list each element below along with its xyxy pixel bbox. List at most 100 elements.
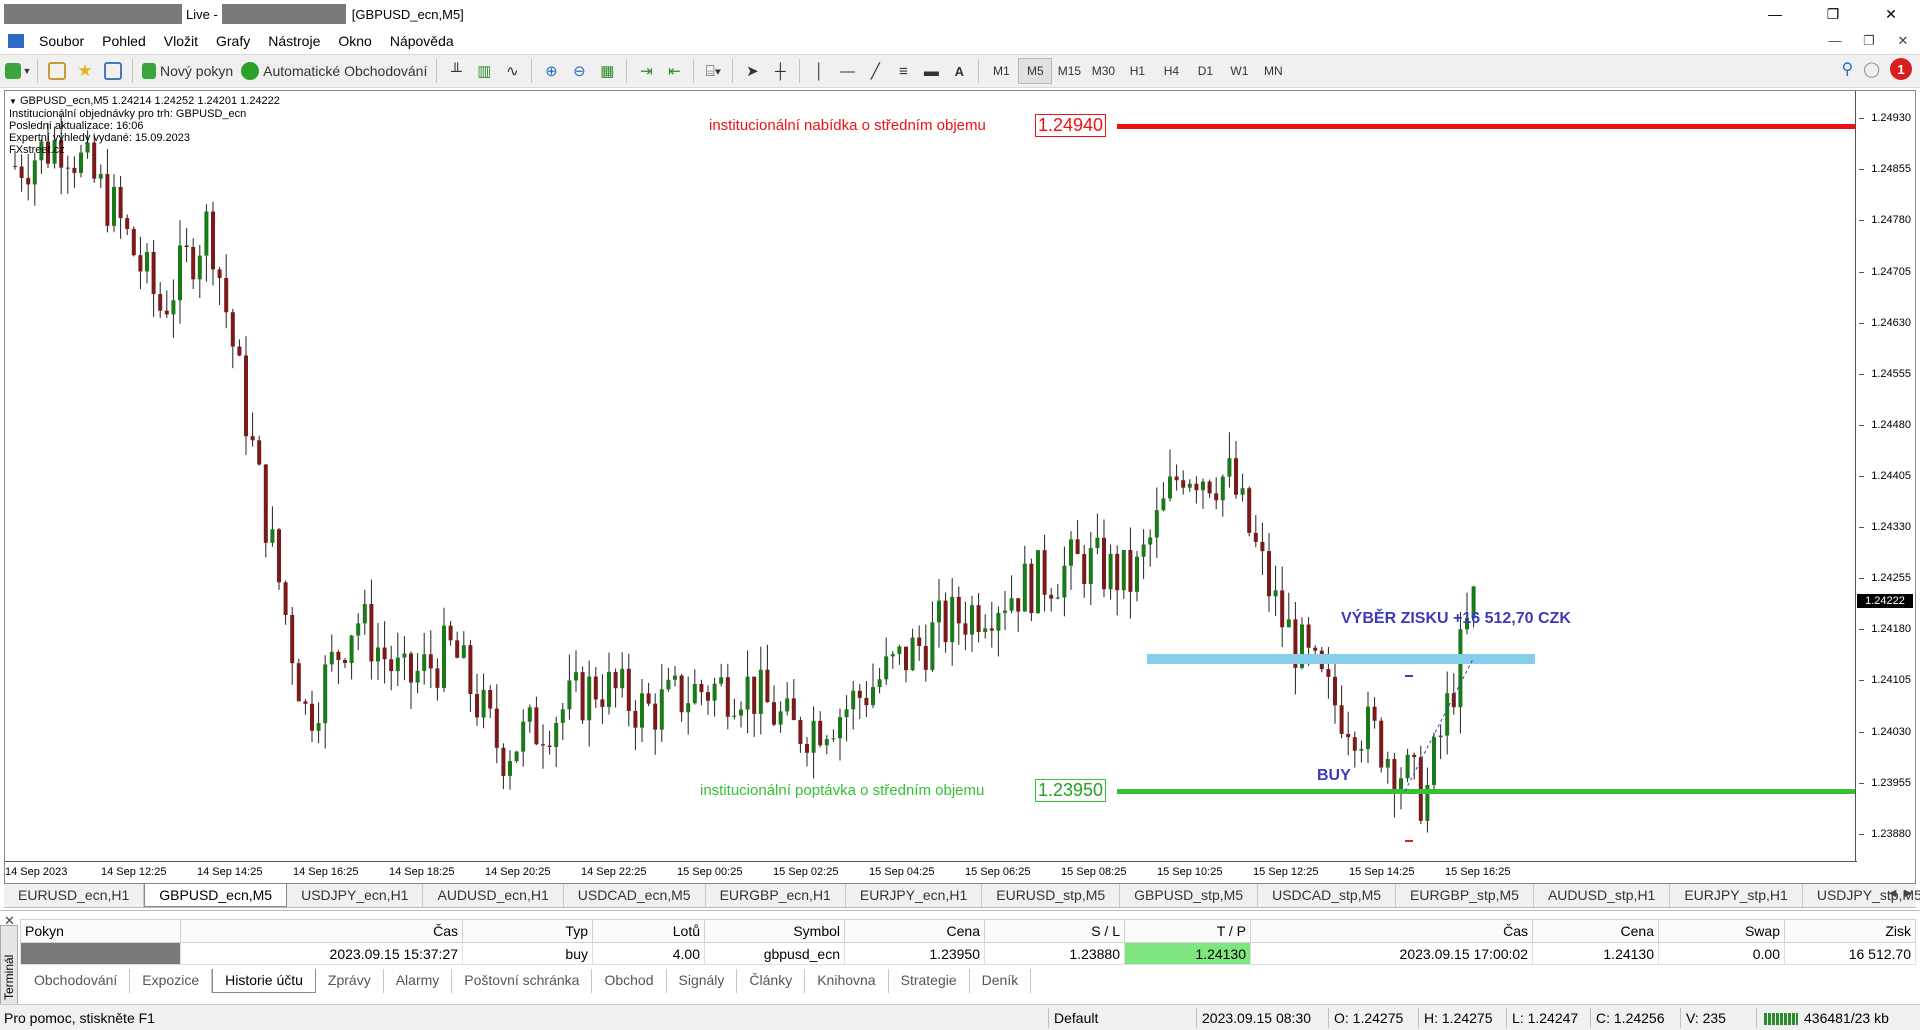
tab-articles[interactable]: Články	[737, 969, 806, 993]
tab-signals[interactable]: Signály	[667, 969, 738, 993]
search-icon[interactable]: ⚲	[1841, 59, 1853, 79]
tab-library[interactable]: Knihovna	[805, 969, 889, 993]
menu-file[interactable]: Soubor	[30, 33, 93, 49]
col-close-time[interactable]: Čas	[1250, 919, 1533, 943]
time-tick: 14 Sep 18:25	[389, 866, 455, 878]
candlestick-button[interactable]: ▥	[470, 57, 498, 85]
col-price[interactable]: Cena	[844, 919, 985, 943]
menu-view[interactable]: Pohled	[93, 33, 155, 49]
chart-tab-active[interactable]: GBPUSD_ecn,M5	[144, 884, 288, 907]
chart-tab[interactable]: USDJPY_ecn,H1	[287, 884, 424, 907]
col-profit[interactable]: Zisk	[1784, 919, 1916, 943]
menu-insert[interactable]: Vložit	[155, 33, 207, 49]
chart-tab[interactable]: USDCAD_stp,M5	[1258, 884, 1397, 907]
tab-market[interactable]: Obchod	[592, 969, 667, 993]
tab-account-history[interactable]: Historie účtu	[212, 969, 316, 993]
channel-tool[interactable]: ≡	[889, 57, 917, 85]
tile-windows-button[interactable]: ▦	[593, 57, 621, 85]
col-symbol[interactable]: Symbol	[704, 919, 845, 943]
tab-strategy[interactable]: Strategie	[889, 969, 970, 993]
horizontal-line-tool[interactable]: —	[833, 57, 861, 85]
menu-tools[interactable]: Nástroje	[259, 33, 329, 49]
favorites-button[interactable]: ★	[71, 57, 99, 85]
tab-trade[interactable]: Obchodování	[22, 969, 131, 993]
time-tick: 14 Sep 2023	[5, 866, 68, 878]
tab-mailbox[interactable]: Poštovní schránka	[452, 969, 593, 993]
text-tool[interactable]: A	[945, 57, 973, 85]
close-button[interactable]: ✕	[1862, 0, 1920, 28]
line-chart-button[interactable]: ∿	[498, 57, 526, 85]
new-chart-button[interactable]: ▼	[4, 57, 32, 85]
cursor-tool[interactable]: ➤	[738, 57, 766, 85]
col-swap[interactable]: Swap	[1658, 919, 1785, 943]
chart-tab[interactable]: GBPUSD_stp,M5	[1120, 884, 1259, 907]
timeframe-h1[interactable]: H1	[1120, 58, 1154, 84]
timeframe-m5[interactable]: M5	[1018, 58, 1053, 84]
timeframe-mn[interactable]: MN	[1256, 58, 1290, 84]
maximize-button[interactable]: ❐	[1804, 0, 1862, 28]
price-axis[interactable]: 1.24930 1.24855 1.24780 1.24705 1.24630 …	[1855, 91, 1915, 861]
zoom-out-button[interactable]: ⊖	[565, 57, 593, 85]
table-row[interactable]: 2023.09.15 15:37:27 buy 4.00 gbpusd_ecn …	[20, 942, 1916, 965]
col-lots[interactable]: Lotů	[592, 919, 705, 943]
col-close-price[interactable]: Cena	[1532, 919, 1659, 943]
chart-tab[interactable]: USDCAD_ecn,M5	[564, 884, 706, 907]
col-sl[interactable]: S / L	[984, 919, 1125, 943]
timeframe-d1[interactable]: D1	[1188, 58, 1222, 84]
timeframe-m1[interactable]: M1	[984, 58, 1018, 84]
chat-icon[interactable]: ◯	[1863, 60, 1880, 78]
chart-tab[interactable]: EURGBP_stp,M5	[1396, 884, 1534, 907]
chart-tabs: EURUSD_ecn,H1 GBPUSD_ecn,M5 USDJPY_ecn,H…	[4, 884, 1920, 908]
scroll-left-icon[interactable]: ◀	[1889, 888, 1897, 899]
new-order-button[interactable]: Nový pokyn	[138, 57, 237, 85]
tab-exposure[interactable]: Expozice	[130, 969, 213, 993]
tab-journal[interactable]: Deník	[970, 969, 1032, 993]
window-title-part1: Live -	[186, 6, 218, 22]
child-restore-button[interactable]: ❐	[1852, 28, 1886, 54]
market-watch-button[interactable]	[43, 57, 71, 85]
tab-alerts[interactable]: Alarmy	[384, 969, 453, 993]
child-minimize-button[interactable]: —	[1818, 28, 1852, 54]
chart-tab[interactable]: EURJPY_stp,H1	[1670, 884, 1803, 907]
terminal-tabs: Obchodování Expozice Historie účtu Zpráv…	[22, 969, 1032, 993]
time-tick: 15 Sep 02:25	[773, 866, 839, 878]
col-order[interactable]: Pokyn	[20, 919, 181, 943]
rectangle-tool[interactable]: ▬	[917, 57, 945, 85]
child-close-button[interactable]: ✕	[1886, 28, 1920, 54]
indicators-button[interactable]: ⌸▾	[699, 57, 727, 85]
col-type[interactable]: Typ	[462, 919, 593, 943]
bar-chart-button[interactable]: ╨	[442, 57, 470, 85]
timeframe-m15[interactable]: M15	[1052, 58, 1086, 84]
crosshair-tool[interactable]: ┼	[766, 57, 794, 85]
chart-shift-button[interactable]: ⇤	[660, 57, 688, 85]
autoscroll-button[interactable]: ⇥	[632, 57, 660, 85]
chart-collapse-icon[interactable]: ▼	[9, 97, 17, 106]
navigator-button[interactable]	[99, 57, 127, 85]
menu-window[interactable]: Okno	[329, 33, 380, 49]
timeframe-m30[interactable]: M30	[1086, 58, 1120, 84]
chart-tab[interactable]: EURGBP_ecn,H1	[706, 884, 846, 907]
chart-tab[interactable]: EURJPY_ecn,H1	[846, 884, 983, 907]
menu-charts[interactable]: Grafy	[207, 33, 259, 49]
timeframe-w1[interactable]: W1	[1222, 58, 1256, 84]
tab-news[interactable]: Zprávy	[316, 969, 384, 993]
col-tp[interactable]: T / P	[1124, 919, 1251, 943]
time-axis[interactable]: 14 Sep 2023 14 Sep 12:25 14 Sep 14:25 14…	[5, 861, 1857, 883]
chart-tab[interactable]: AUDUSD_ecn,H1	[423, 884, 564, 907]
scroll-right-icon[interactable]: ▶	[1904, 888, 1912, 899]
notification-badge[interactable]: 1	[1890, 58, 1912, 80]
trendline-tool[interactable]: ╱	[861, 57, 889, 85]
chart-tab[interactable]: AUDUSD_stp,H1	[1534, 884, 1671, 907]
chart-tab[interactable]: EURUSD_ecn,H1	[4, 884, 145, 907]
status-profile[interactable]: Default	[1054, 1010, 1098, 1026]
menu-help[interactable]: Nápověda	[381, 33, 463, 49]
minimize-button[interactable]: —	[1746, 0, 1804, 28]
zoom-in-button[interactable]: ⊕	[537, 57, 565, 85]
col-time[interactable]: Čas	[180, 919, 463, 943]
vertical-line-tool[interactable]: │	[805, 57, 833, 85]
timeframe-h4[interactable]: H4	[1154, 58, 1188, 84]
chart-tab[interactable]: EURUSD_stp,M5	[982, 884, 1121, 907]
autotrading-button[interactable]: Automatické Obchodování	[237, 57, 431, 85]
new-order-label: Nový pokyn	[160, 63, 234, 79]
chart-window[interactable]: ▼ GBPUSD_ecn,M5 1.24214 1.24252 1.24201 …	[4, 90, 1916, 884]
